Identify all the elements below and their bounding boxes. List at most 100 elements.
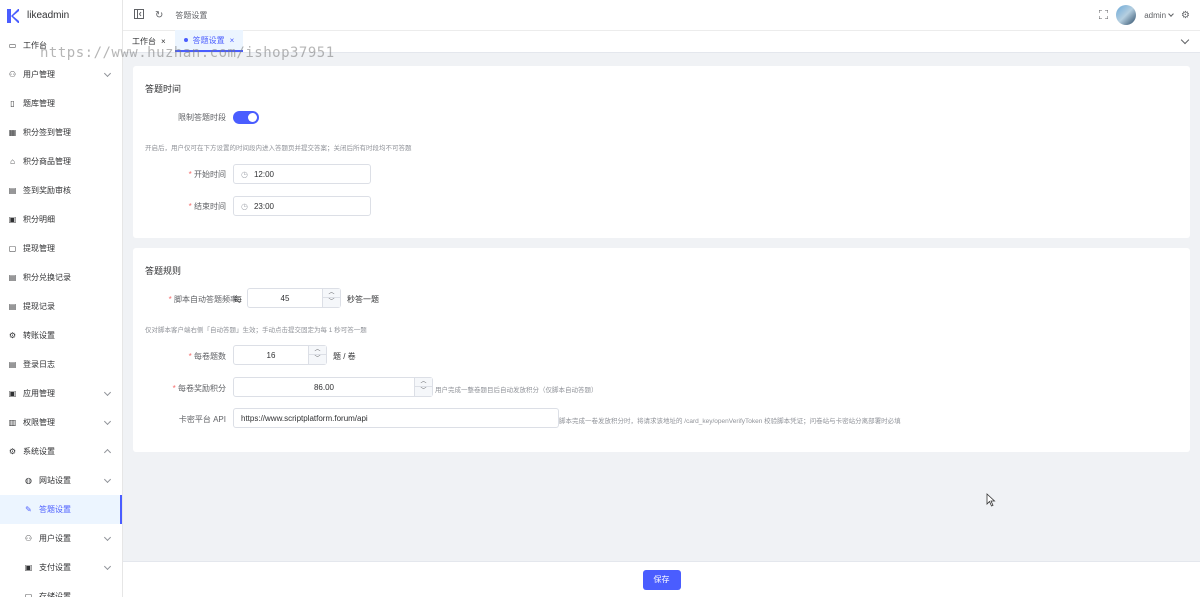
frequency-stepper[interactable]: 45 ︿ ﹀ [247,288,341,308]
document-icon: ▤ [8,359,17,369]
chevron-up-icon[interactable]: ︿ [323,289,340,298]
user-settings-icon: ⚇ [24,533,33,543]
limit-time-label: 限制答题时段 [178,113,226,122]
api-url-input[interactable]: https://www.scriptplatform.forum/api [233,408,559,428]
sidebar-item-label: 题库管理 [23,99,55,108]
end-time-value: 23:00 [253,201,275,211]
sidebar-item[interactable]: ▣ 支付设置 [0,553,122,582]
settings-gear-icon[interactable]: ⚙ [1181,10,1190,21]
sidebar-item[interactable]: ⚇ 用户设置 [0,524,122,553]
sidebar-item[interactable]: ▤ 提现记录 [0,292,122,321]
sidebar-item[interactable]: ✎ 答题设置 [0,495,122,524]
sidebar-item[interactable]: ▣ 应用管理 [0,379,122,408]
sidebar-item[interactable]: ▤ 登录日志 [0,350,122,379]
sidebar-item-label: 用户管理 [23,70,55,79]
chevron-up-icon[interactable]: ︿ [309,346,326,355]
sidebar: likeadmin ▭ 工作台 ⚇ 用户管理 ▯ 题库管理 ▦ 积分签到管理 ⌂ 积分商品管理 ▤ 签… [0,0,123,597]
answer-time-card: 答题时间 限制答题时段 开启后，用户仅可在下方设置的时间段内进入答题页并提交答案… [133,66,1190,238]
gear-icon: ⚙ [8,446,17,456]
globe-icon: ◍ [25,475,32,485]
sidebar-item-label: 登录日志 [23,360,55,369]
chevron-down-icon [103,533,112,542]
shop-icon: ⌂ [10,156,15,166]
wallet-icon: ▣ [24,562,33,572]
mouse-cursor-icon [986,493,996,507]
main-content: 答题时间 限制答题时段 开启后，用户仅可在下方设置的时间段内进入答题页并提交答案… [123,53,1200,561]
chevron-down-icon [103,69,112,78]
gear-icon: ⚙ [8,330,17,340]
limit-time-switch[interactable] [233,111,259,124]
stepper-buttons: ︿ ﹀ [308,346,326,364]
chevron-down-icon[interactable]: ﹀ [415,387,432,396]
sidebar-item[interactable]: ⚙ 系统设置 [0,437,122,466]
sidebar-item-label: 积分商品管理 [23,157,71,166]
questions-per-paper-label: * 每卷题数 [188,352,226,361]
chevron-down-icon [103,475,112,484]
sidebar-item[interactable]: ▤ 积分兑换记录 [0,263,122,292]
chevron-down-icon[interactable]: ﹀ [309,355,326,364]
lock-icon: ▥ [8,417,17,427]
sidebar-item-label: 转账设置 [23,331,55,340]
sidebar-menu: ▭ 工作台 ⚇ 用户管理 ▯ 题库管理 ▦ 积分签到管理 ⌂ 积分商品管理 ▤ 签到奖励审核 ▣ 积分明细… [0,31,122,597]
questions-per-paper-stepper[interactable]: 16 ︿ ﹀ [233,345,327,365]
fullscreen-icon[interactable] [1098,9,1109,21]
end-time-input[interactable]: ◷ 23:00 [233,196,371,216]
save-button[interactable]: 保存 [642,569,681,590]
limit-time-tip: 开启后，用户仅可在下方设置的时间段内进入答题页并提交答案；关闭后所有时段均不可答… [145,145,412,152]
sidebar-item-label: 签到奖励审核 [23,186,71,195]
clipboard-icon: ▤ [8,272,17,282]
sidebar-item[interactable]: ⚙ 转账设置 [0,321,122,350]
chevron-down-icon [103,388,112,397]
frequency-prefix: 每 [234,295,242,304]
footer-bar: 保存 [123,561,1200,597]
stepper-buttons: ︿ ﹀ [414,378,432,396]
start-time-input[interactable]: ◷ 12:00 [233,164,371,184]
logo[interactable]: likeadmin [0,0,122,31]
reward-points-stepper[interactable]: 86.00 ︿ ﹀ [233,377,433,397]
reward-points-value: 86.00 [313,382,335,392]
sidebar-item-label: 用户设置 [39,534,71,543]
sidebar-item-label: 答题设置 [39,505,71,514]
sidebar-item-label: 存储设置 [39,592,71,597]
user-menu[interactable]: admin [1144,11,1174,20]
sidebar-item[interactable]: ▯ 题库管理 [0,89,122,118]
collapse-sidebar-icon[interactable] [134,8,144,22]
sidebar-item[interactable]: ⚇ 用户管理 [0,60,122,89]
sidebar-item-label: 网站设置 [39,476,71,485]
api-url-value: https://www.scriptplatform.forum/api [241,413,368,423]
tabs-dropdown-icon[interactable] [1180,35,1190,45]
sidebar-item[interactable]: ▢ 提现管理 [0,234,122,263]
answer-rules-card: 答题规则 * 脚本自动答题频率 每 45 ︿ ﹀ 秒答一题 仅对脚本客户端右侧「… [133,248,1190,452]
sidebar-item[interactable]: ▦ 积分签到管理 [0,118,122,147]
sidebar-item-label: 权限管理 [23,418,55,427]
sidebar-item[interactable]: ▤ 签到奖励审核 [0,176,122,205]
sidebar-item[interactable]: ▥ 权限管理 [0,408,122,437]
refresh-icon[interactable]: ↻ [155,10,163,21]
sidebar-item-label: 积分兑换记录 [23,273,71,282]
book-icon: ▯ [10,98,15,108]
breadcrumb: 答题设置 [175,10,208,20]
sidebar-item[interactable]: ⌂ 积分商品管理 [0,147,122,176]
app-icon: ▣ [8,388,17,398]
sidebar-item-label: 积分明细 [23,215,55,224]
close-icon[interactable]: × [230,36,235,45]
api-label: 卡密平台 API [178,415,226,424]
frequency-tip: 仅对脚本客户端右侧「自动答题」生效；手动点击提交固定为每 1 秒可答一题 [145,327,367,334]
sidebar-item[interactable]: ◍ 网站设置 [0,466,122,495]
tab-label: 答题设置 [192,35,225,45]
clock-icon: ◷ [241,201,248,211]
topbar-right: admin ⚙ [1098,5,1190,25]
avatar[interactable] [1116,5,1137,25]
chevron-up-icon[interactable]: ︿ [415,378,432,387]
sidebar-item-label: 应用管理 [23,389,55,398]
stepper-buttons: ︿ ﹀ [322,289,340,307]
monitor-icon: ▭ [8,40,17,50]
reward-points-tip: 用户完成一整卷题目后自动发放积分（仅脚本自动答题） [435,387,598,394]
chevron-down-icon[interactable]: ﹀ [323,298,340,307]
section-title: 答题规则 [145,266,182,276]
sidebar-item[interactable]: ▢ 存储设置 [0,582,122,597]
reward-points-label: * 每卷奖励积分 [172,384,226,393]
sidebar-item[interactable]: ▣ 积分明细 [0,205,122,234]
questions-per-paper-suffix: 题 / 卷 [333,352,356,361]
api-tip: 脚本完成一卷发放积分时，将请求该地址的 /card_key/openVerify… [559,418,901,425]
